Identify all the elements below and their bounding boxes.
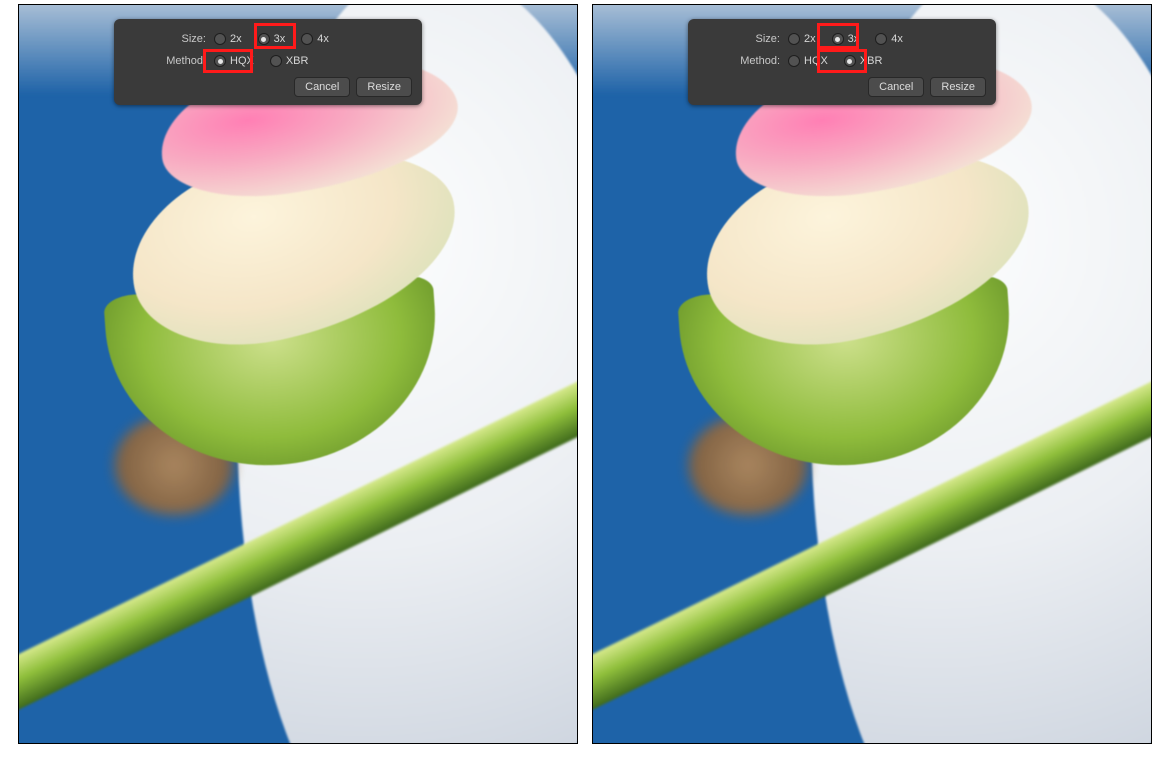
- radio-label: 3x: [848, 33, 860, 45]
- radio-dot-icon: [301, 33, 313, 45]
- size-radio-group: 2x 3x 4x: [214, 33, 329, 45]
- radio-4x[interactable]: 4x: [301, 33, 329, 45]
- size-radio-group: 2x 3x 4x: [788, 33, 903, 45]
- radio-4x[interactable]: 4x: [875, 33, 903, 45]
- size-row: Size: 2x 3x 4x: [698, 33, 986, 45]
- radio-xbr[interactable]: XBR: [844, 55, 883, 67]
- radio-label: 3x: [274, 33, 286, 45]
- radio-dot-icon: [214, 55, 226, 67]
- radio-label: HQX: [230, 55, 254, 67]
- radio-label: XBR: [860, 55, 883, 67]
- cancel-button[interactable]: Cancel: [868, 77, 924, 97]
- dialog-buttons: Cancel Resize: [698, 77, 986, 97]
- radio-dot-icon: [788, 33, 800, 45]
- radio-label: HQX: [804, 55, 828, 67]
- size-row: Size: 2x 3x 4x: [124, 33, 412, 45]
- radio-hqx[interactable]: HQX: [214, 55, 254, 67]
- radio-dot-icon: [832, 33, 844, 45]
- radio-hqx[interactable]: HQX: [788, 55, 828, 67]
- radio-dot-icon: [258, 33, 270, 45]
- size-label: Size:: [698, 33, 788, 45]
- resize-button[interactable]: Resize: [356, 77, 412, 97]
- radio-label: 2x: [804, 33, 816, 45]
- method-row: Method: HQX XBR: [124, 55, 412, 67]
- radio-label: 4x: [891, 33, 903, 45]
- radio-2x[interactable]: 2x: [788, 33, 816, 45]
- cancel-button[interactable]: Cancel: [294, 77, 350, 97]
- method-radio-group: HQX XBR: [214, 55, 308, 67]
- radio-2x[interactable]: 2x: [214, 33, 242, 45]
- method-label: Method:: [698, 55, 788, 67]
- radio-3x[interactable]: 3x: [258, 33, 286, 45]
- method-label: Method:: [124, 55, 214, 67]
- resize-button[interactable]: Resize: [930, 77, 986, 97]
- radio-3x[interactable]: 3x: [832, 33, 860, 45]
- image-panel-right: Size: 2x 3x 4x Meth: [592, 4, 1152, 744]
- size-label: Size:: [124, 33, 214, 45]
- radio-label: 4x: [317, 33, 329, 45]
- resize-dialog-left: Size: 2x 3x 4x Meth: [114, 19, 422, 105]
- method-row: Method: HQX XBR: [698, 55, 986, 67]
- resize-dialog-right: Size: 2x 3x 4x Meth: [688, 19, 996, 105]
- radio-dot-icon: [788, 55, 800, 67]
- comparison-container: Size: 2x 3x 4x Meth: [0, 0, 1171, 758]
- radio-label: 2x: [230, 33, 242, 45]
- radio-dot-icon: [875, 33, 887, 45]
- dialog-buttons: Cancel Resize: [124, 77, 412, 97]
- radio-dot-icon: [214, 33, 226, 45]
- radio-dot-icon: [844, 55, 856, 67]
- image-panel-left: Size: 2x 3x 4x Meth: [18, 4, 578, 744]
- method-radio-group: HQX XBR: [788, 55, 882, 67]
- radio-xbr[interactable]: XBR: [270, 55, 309, 67]
- radio-dot-icon: [270, 55, 282, 67]
- radio-label: XBR: [286, 55, 309, 67]
